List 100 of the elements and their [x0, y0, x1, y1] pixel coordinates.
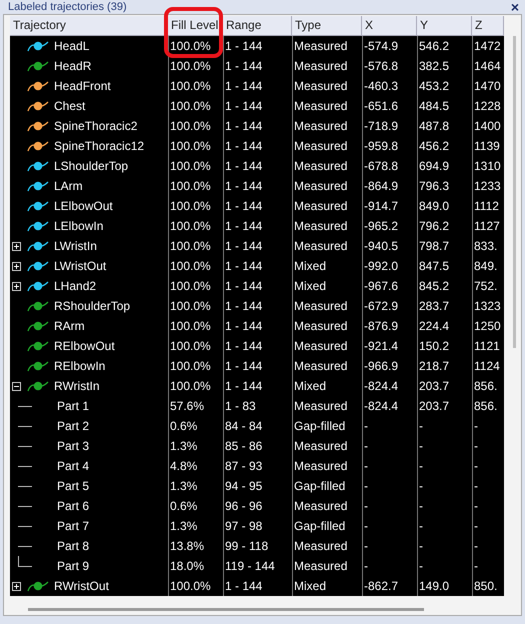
- table-cell: 1 - 144: [223, 356, 292, 376]
- trajectory-name[interactable]: LHand2: [54, 276, 96, 296]
- table-cell: 1 - 144: [223, 376, 292, 396]
- table-cell: -967.6: [362, 276, 417, 296]
- table-cell: 100.0%: [168, 576, 223, 596]
- table-cell: Measured: [292, 556, 362, 576]
- table-cell: 1 - 144: [223, 156, 292, 176]
- table-cell: 57.6%: [168, 396, 223, 416]
- table-cell: Measured: [292, 116, 362, 136]
- table-cell: 100.0%: [168, 276, 223, 296]
- table-cell: -: [417, 516, 472, 536]
- table-cell: 856.: [472, 396, 504, 416]
- trajectory-name[interactable]: Part 1: [57, 396, 90, 416]
- column-header[interactable]: Range: [223, 16, 292, 36]
- column-header[interactable]: Z: [472, 16, 504, 36]
- trajectory-name[interactable]: Part 7: [57, 516, 90, 536]
- column-header[interactable]: Type: [292, 16, 362, 36]
- table-cell: -: [417, 496, 472, 516]
- table-cell: -824.4: [362, 376, 417, 396]
- trajectory-name[interactable]: Part 3: [57, 436, 90, 456]
- table-cell: Measured: [292, 196, 362, 216]
- trajectory-name[interactable]: RWristOut: [54, 576, 109, 596]
- trajectory-name[interactable]: RElbowIn: [54, 356, 106, 376]
- table-cell: -965.2: [362, 216, 417, 236]
- table-cell: 119 - 144: [223, 556, 292, 576]
- table-cell: 18.0%: [168, 556, 223, 576]
- table-cell: Measured: [292, 456, 362, 476]
- table-cell: 1 - 144: [223, 276, 292, 296]
- table-cell: 453.2: [417, 76, 472, 96]
- trajectory-name[interactable]: Part 5: [57, 476, 90, 496]
- trajectory-name[interactable]: RArm: [54, 316, 85, 336]
- trajectory-name[interactable]: Part 9: [57, 556, 90, 576]
- table-cell: -: [472, 456, 504, 476]
- trajectory-name[interactable]: Chest: [54, 96, 86, 116]
- table-cell: -: [362, 516, 417, 536]
- table-cell: -460.3: [362, 76, 417, 96]
- table-cell: Measured: [292, 536, 362, 556]
- table-cell: 1.3%: [168, 476, 223, 496]
- trajectory-name[interactable]: Part 2: [57, 416, 90, 436]
- table-cell: Measured: [292, 36, 362, 56]
- trajectory-name[interactable]: RShoulderTop: [54, 296, 130, 316]
- table-cell: 1323: [472, 296, 504, 316]
- table-cell: Measured: [292, 316, 362, 336]
- trajectory-name[interactable]: LShoulderTop: [54, 156, 128, 176]
- table-cell: Measured: [292, 436, 362, 456]
- trajectory-name[interactable]: LElbowIn: [54, 216, 104, 236]
- trajectory-name[interactable]: Part 4: [57, 456, 90, 476]
- table-cell: 484.5: [417, 96, 472, 116]
- table-cell: -: [472, 556, 504, 576]
- table-cell: -: [362, 456, 417, 476]
- table-cell: -: [472, 496, 504, 516]
- table-cell: -: [417, 436, 472, 456]
- table-cell: 85 - 86: [223, 436, 292, 456]
- table-cell: 100.0%: [168, 356, 223, 376]
- expand-toggle[interactable]: [12, 242, 21, 250]
- trajectory-name[interactable]: LWristOut: [54, 256, 106, 276]
- table-cell: 1127: [472, 216, 504, 236]
- table-cell: 1400: [472, 116, 504, 136]
- trajectory-name[interactable]: LArm: [54, 176, 83, 196]
- expand-toggle[interactable]: [12, 582, 21, 590]
- table-cell: -992.0: [362, 256, 417, 276]
- table-cell: 99 - 118: [223, 536, 292, 556]
- trajectory-name[interactable]: Part 8: [57, 536, 90, 556]
- expand-toggle[interactable]: [12, 282, 21, 290]
- column-header[interactable]: X: [362, 16, 417, 36]
- expand-toggle[interactable]: [12, 262, 21, 270]
- scrollbar-thumb[interactable]: [28, 608, 424, 611]
- trajectory-name[interactable]: HeadL: [54, 36, 90, 56]
- table-cell: 487.8: [417, 116, 472, 136]
- table-cell: -: [362, 536, 417, 556]
- trajectory-name[interactable]: HeadR: [54, 56, 92, 76]
- table-cell: 0.6%: [168, 416, 223, 436]
- table-cell: 84 - 84: [223, 416, 292, 436]
- table-cell: -: [362, 436, 417, 456]
- table-cell: 1 - 144: [223, 336, 292, 356]
- table-cell: 1121: [472, 336, 504, 356]
- trajectory-name[interactable]: SpineThoracic12: [54, 136, 144, 156]
- table-cell: 1 - 144: [223, 316, 292, 336]
- table-cell: 100.0%: [168, 116, 223, 136]
- table-cell: 150.2: [417, 336, 472, 356]
- table-cell: 87 - 93: [223, 456, 292, 476]
- trajectory-name[interactable]: SpineThoracic2: [54, 116, 138, 136]
- trajectory-name[interactable]: LElbowOut: [54, 196, 113, 216]
- table-cell: -: [417, 536, 472, 556]
- expand-toggle[interactable]: [12, 382, 21, 390]
- trajectory-name[interactable]: RWristIn: [54, 376, 100, 396]
- column-header[interactable]: Y: [417, 16, 472, 36]
- table-cell: Gap-filled: [292, 516, 362, 536]
- table-cell: 100.0%: [168, 136, 223, 156]
- close-button[interactable]: ×: [510, 0, 519, 14]
- table-cell: 94 - 95: [223, 476, 292, 496]
- table-cell: -876.9: [362, 316, 417, 336]
- trajectory-name[interactable]: RElbowOut: [54, 336, 115, 356]
- table-cell: -672.9: [362, 296, 417, 316]
- table-cell: -: [472, 416, 504, 436]
- table-cell: Measured: [292, 176, 362, 196]
- trajectory-name[interactable]: Part 6: [57, 496, 90, 516]
- trajectory-name[interactable]: LWristIn: [54, 236, 97, 256]
- trajectory-name[interactable]: HeadFront: [54, 76, 111, 96]
- scrollbar-thumb[interactable]: [513, 36, 516, 348]
